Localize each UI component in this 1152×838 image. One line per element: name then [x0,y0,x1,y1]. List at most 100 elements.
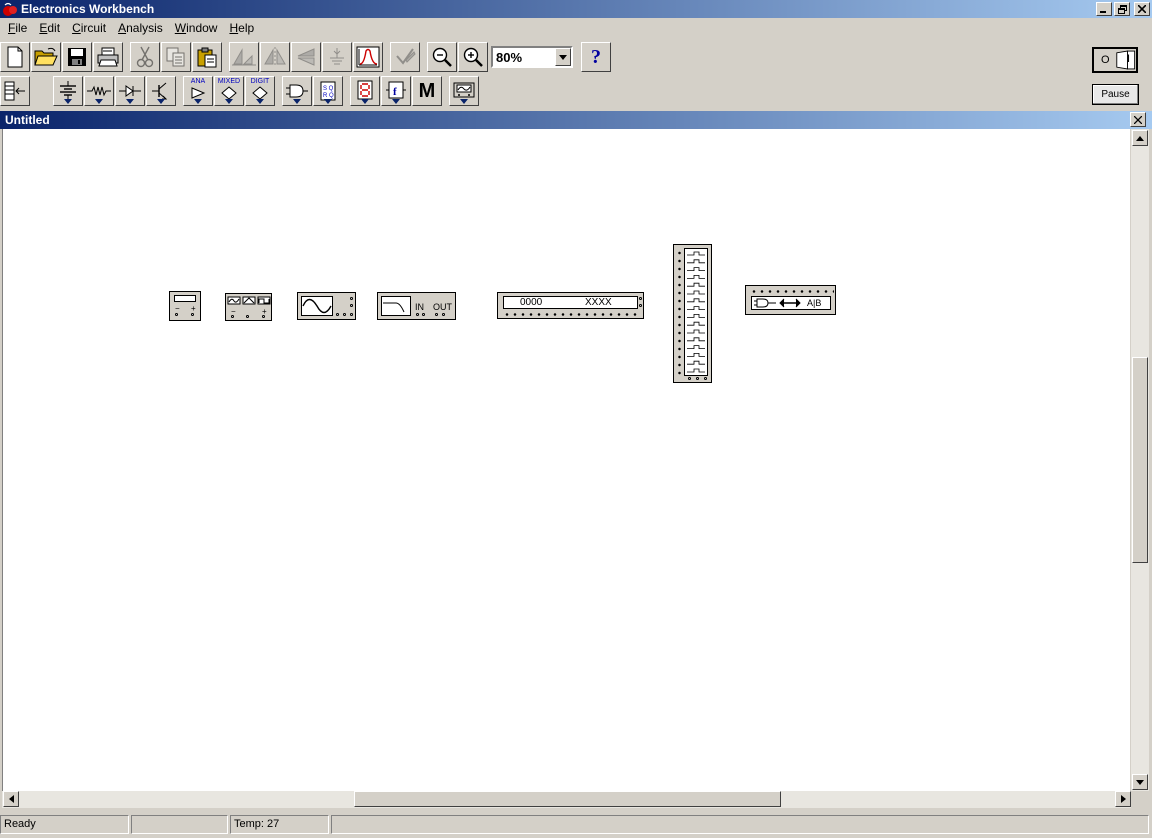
zoom-in-button[interactable] [458,42,488,72]
analog-ics-bin-button[interactable]: ANA [183,76,213,106]
logic-gates-bin-button[interactable] [282,76,312,106]
bin-dropdown-icon [324,99,332,104]
document-title: Untitled [5,113,50,127]
menu-edit[interactable]: Edit [33,18,66,38]
function-generator-instrument[interactable]: − + [225,293,272,321]
zoom-in-icon [463,47,483,67]
pause-button[interactable]: Pause [1092,84,1139,105]
sources-bin-button[interactable] [53,76,83,106]
bin-dropdown-icon [157,99,165,104]
scroll-up-button[interactable] [1132,130,1148,146]
logic-trace [687,290,705,295]
word-generator-end: XXXX [585,297,612,308]
arrow-up-icon [1136,135,1144,141]
menu-analysis[interactable]: Analysis [112,18,169,38]
logic-trace [687,321,705,326]
arrow-down-icon [1136,779,1144,785]
diode-icon [119,85,141,97]
close-button[interactable] [1134,2,1150,16]
logic-trace [687,353,705,357]
logic-converter-instrument[interactable]: A|B [745,285,836,315]
horizontal-scrollbar[interactable] [2,791,1131,808]
logic-waveforms-icon [687,251,705,373]
word-generator-display: 0000 XXXX [503,296,638,309]
mixed-ic-icon [221,86,237,100]
oscilloscope-instrument[interactable] [297,292,356,320]
diodes-bin-button[interactable] [115,76,145,106]
arrow-left-icon [8,795,14,803]
document-close-button[interactable] [1130,112,1146,127]
save-button[interactable] [62,42,92,72]
logic-analyzer-instrument[interactable] [673,244,712,383]
digital-ics-bin-button[interactable]: DIGIT [245,76,275,106]
bin-dropdown-icon [126,99,134,104]
bode-in-label: IN [415,302,424,312]
minimize-icon [1100,11,1106,13]
vertical-scroll-thumb[interactable] [1132,357,1148,563]
minimize-button[interactable] [1096,2,1112,16]
word-generator-terminals [503,312,641,317]
transistors-bin-button[interactable] [146,76,176,106]
scroll-down-button[interactable] [1132,774,1148,790]
paste-button[interactable] [192,42,222,72]
mixed-ics-label: MIXED [217,78,241,85]
indicators-bin-button[interactable] [350,76,380,106]
multimeter-instrument[interactable]: − + [169,291,201,321]
instruments-bin-button[interactable] [449,76,479,106]
restore-icon [1117,4,1127,14]
status-bar: Ready Temp: 27 [0,815,1152,836]
bin-dropdown-icon [361,99,369,104]
chevron-down-icon [559,54,567,60]
menu-file[interactable]: File [2,18,33,38]
folder-open-icon [34,47,58,66]
menu-window[interactable]: Window [169,18,224,38]
zoom-dropdown-button[interactable] [555,48,571,66]
circuit-canvas[interactable]: − + − + IN OUT 0000 XXXX A|B [2,129,1130,791]
scroll-left-button[interactable] [3,791,19,807]
zoom-out-button[interactable] [427,42,457,72]
mixed-ics-bin-button[interactable]: MIXED [214,76,244,106]
print-button[interactable] [93,42,123,72]
rotate-button[interactable] [229,42,259,72]
resistor-icon [87,85,111,97]
scroll-right-button[interactable] [1115,791,1131,807]
multimeter-display [174,295,196,302]
bin-dropdown-icon [460,99,468,104]
favorites-bin-button[interactable] [0,76,30,106]
bode-screen [381,296,411,316]
zoom-select[interactable]: 80% [491,46,573,68]
edit-subcircuit-button[interactable] [390,42,420,72]
logic-trace [687,360,705,365]
menu-circuit[interactable]: Circuit [66,18,112,38]
app-titlebar: Electronics Workbench [0,0,1152,18]
graph-button[interactable] [353,42,383,72]
flip-vertical-icon [297,48,315,66]
basic-bin-button[interactable] [84,76,114,106]
flip-horizontal-icon [264,47,286,67]
vertical-scrollbar[interactable] [1131,129,1149,791]
restore-button[interactable] [1114,2,1130,16]
miscellaneous-bin-button[interactable]: M [412,76,442,106]
digital-bin-button[interactable]: S QR Q [313,76,343,106]
flip-vertical-button[interactable] [291,42,321,72]
analog-ics-label: ANA [190,78,206,85]
power-switch[interactable]: O I [1092,47,1138,73]
help-button[interactable]: ? [581,42,611,72]
sine-wave-icon [302,298,332,314]
bin-dropdown-icon [392,99,400,104]
horizontal-scroll-thumb[interactable] [354,791,781,807]
logic-trace [687,345,705,349]
menu-help[interactable]: Help [223,18,260,38]
cut-button[interactable] [130,42,160,72]
flip-horizontal-button[interactable] [260,42,290,72]
zoom-out-icon [432,47,452,67]
component-properties-button[interactable] [322,42,352,72]
open-button[interactable] [31,42,61,72]
controls-bin-button[interactable]: f [381,76,411,106]
svg-text:f: f [393,86,397,98]
word-generator-instrument[interactable]: 0000 XXXX [497,292,644,319]
copy-button[interactable] [161,42,191,72]
bin-dropdown-icon [256,99,264,104]
bode-plotter-instrument[interactable]: IN OUT [377,292,456,320]
new-button[interactable] [0,42,30,72]
